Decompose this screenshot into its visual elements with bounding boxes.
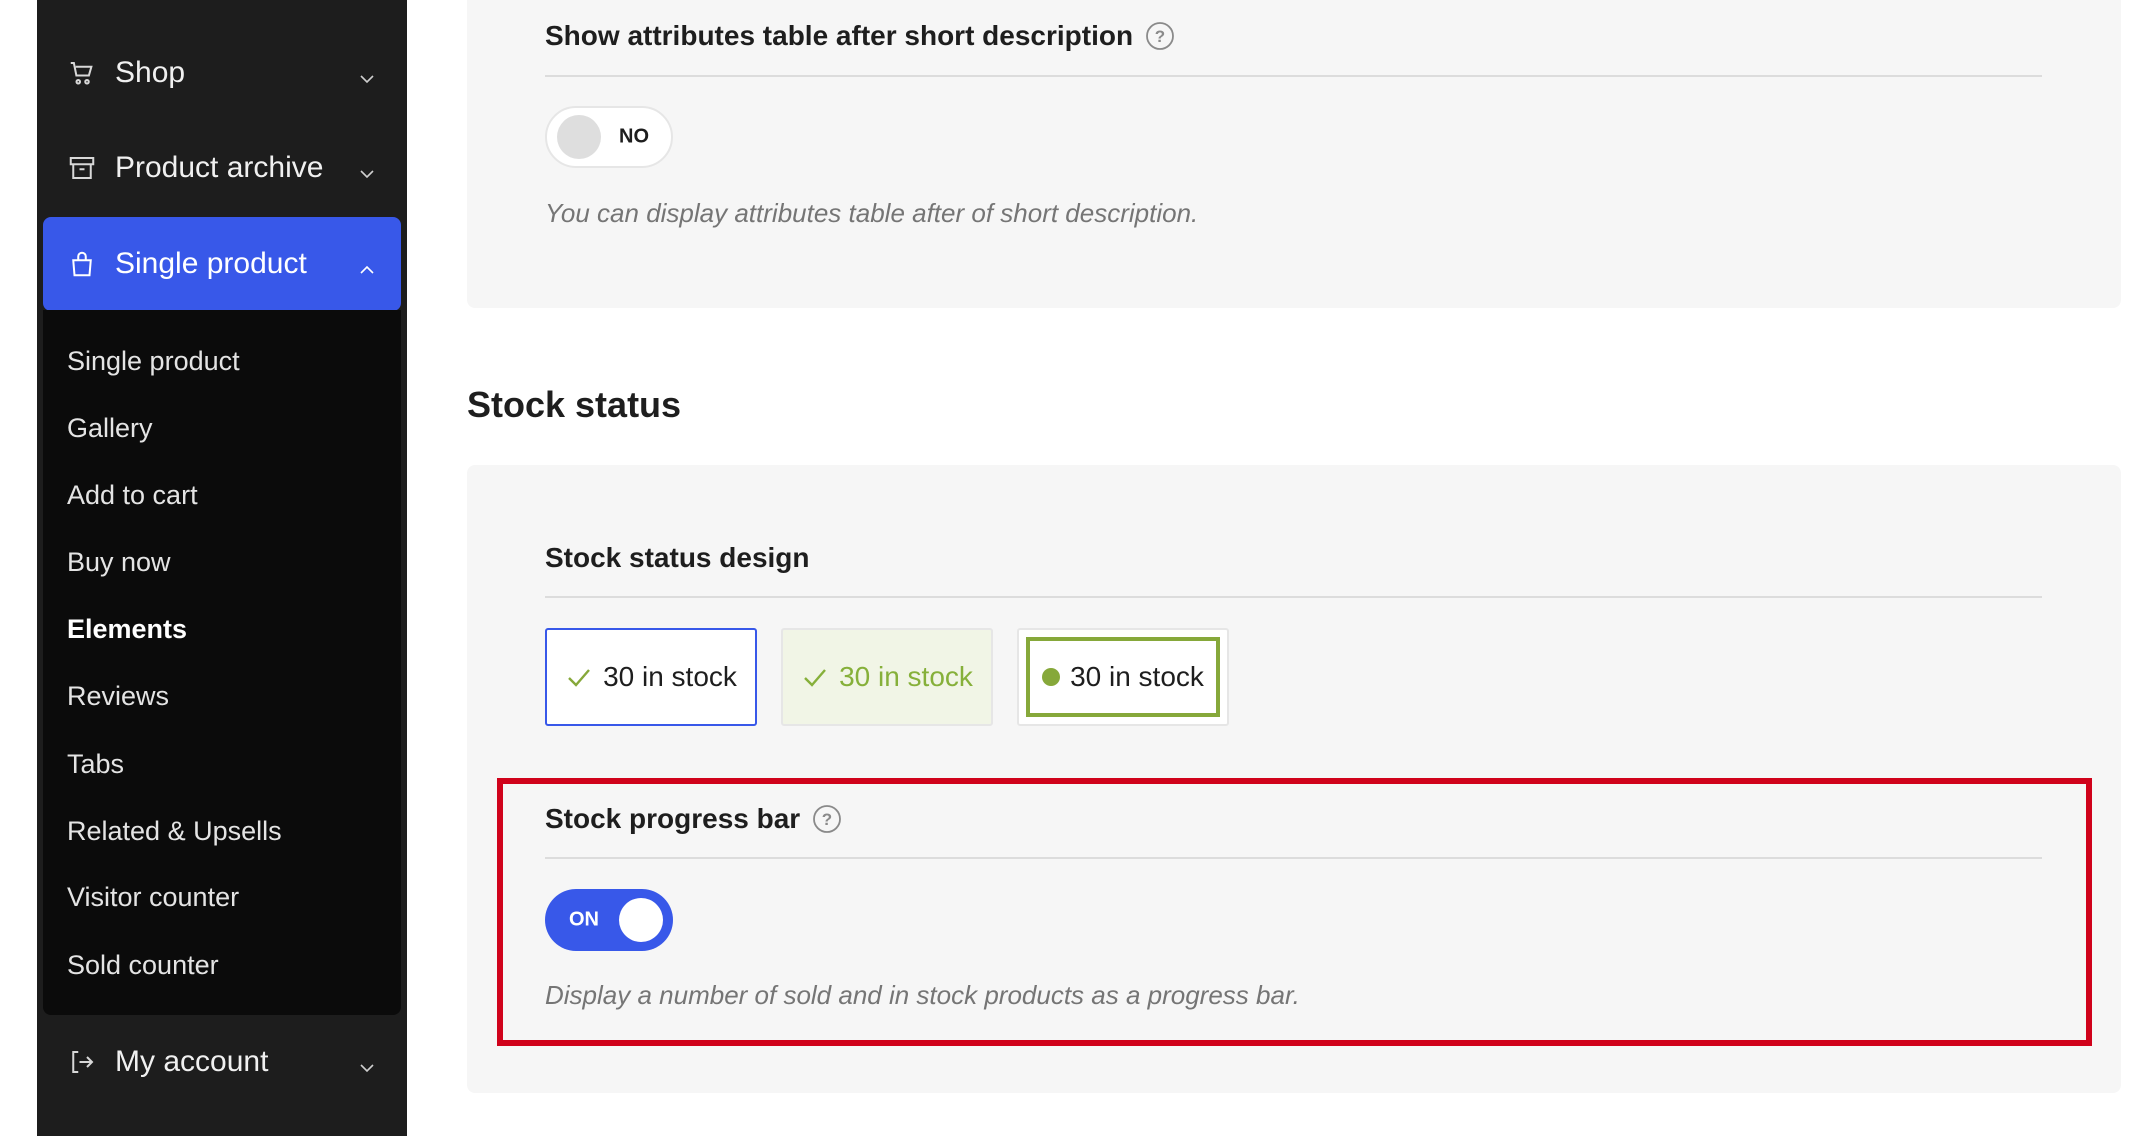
sidebar-item-product-archive[interactable]: Product archive bbox=[43, 121, 401, 215]
sidebar: Shop Product archive Single product Sing… bbox=[37, 0, 407, 1136]
chevron-down-icon bbox=[357, 1052, 377, 1073]
divider bbox=[545, 596, 2042, 598]
sidebar-item-my-account[interactable]: My account bbox=[43, 1015, 401, 1109]
sidebar-item-label: Single product bbox=[115, 247, 307, 280]
chevron-up-icon bbox=[357, 254, 377, 274]
highlight-box bbox=[497, 778, 2092, 1046]
sidebar-item-label: My account bbox=[115, 1045, 269, 1078]
stock-design-option-bordered[interactable]: 30 in stock bbox=[1017, 628, 1229, 726]
submenu-item-buy-now[interactable]: Buy now bbox=[67, 545, 171, 579]
submenu-item-reviews[interactable]: Reviews bbox=[67, 679, 169, 713]
bordered-badge: 30 in stock bbox=[1026, 637, 1220, 717]
check-icon bbox=[801, 663, 829, 691]
submenu-item-gallery[interactable]: Gallery bbox=[67, 411, 153, 445]
submenu-item-add-to-cart[interactable]: Add to cart bbox=[67, 478, 198, 512]
attributes-table-toggle[interactable]: NO bbox=[545, 106, 673, 168]
sidebar-item-single-product[interactable]: Single product bbox=[43, 217, 401, 311]
logout-icon bbox=[67, 1047, 97, 1077]
cart-icon bbox=[67, 58, 97, 88]
submenu-item-single-product[interactable]: Single product bbox=[67, 344, 240, 378]
single-product-submenu: Single product Gallery Add to cart Buy n… bbox=[43, 310, 401, 1015]
sidebar-item-label: Shop bbox=[115, 56, 186, 89]
archive-icon bbox=[67, 153, 97, 183]
submenu-item-sold-counter[interactable]: Sold counter bbox=[67, 948, 219, 982]
stock-design-title: Stock status design bbox=[545, 542, 810, 573]
check-icon bbox=[565, 663, 593, 691]
sidebar-item-shop[interactable]: Shop bbox=[43, 26, 401, 120]
stock-design-option-tinted[interactable]: 30 in stock bbox=[781, 628, 993, 726]
submenu-item-elements[interactable]: Elements bbox=[67, 612, 187, 646]
chevron-down-icon bbox=[357, 63, 377, 84]
attributes-setting-title: Show attributes table after short descri… bbox=[545, 20, 1175, 52]
submenu-item-related-upsells[interactable]: Related & Upsells bbox=[67, 814, 282, 848]
chevron-down-icon bbox=[357, 158, 377, 179]
bag-icon bbox=[67, 249, 97, 279]
submenu-item-tabs[interactable]: Tabs bbox=[67, 747, 124, 781]
stock-design-option-check[interactable]: 30 in stock bbox=[545, 628, 757, 726]
toggle-knob bbox=[557, 115, 601, 159]
sidebar-item-label: Product archive bbox=[115, 151, 324, 184]
divider bbox=[545, 75, 2042, 77]
attributes-setting-description: You can display attributes table after o… bbox=[545, 198, 1199, 228]
svg-text:?: ? bbox=[1155, 27, 1165, 46]
stock-status-heading: Stock status bbox=[467, 384, 682, 425]
dot-icon bbox=[1042, 668, 1061, 686]
submenu-item-visitor-counter[interactable]: Visitor counter bbox=[67, 880, 239, 914]
help-icon[interactable]: ? bbox=[1145, 21, 1175, 51]
